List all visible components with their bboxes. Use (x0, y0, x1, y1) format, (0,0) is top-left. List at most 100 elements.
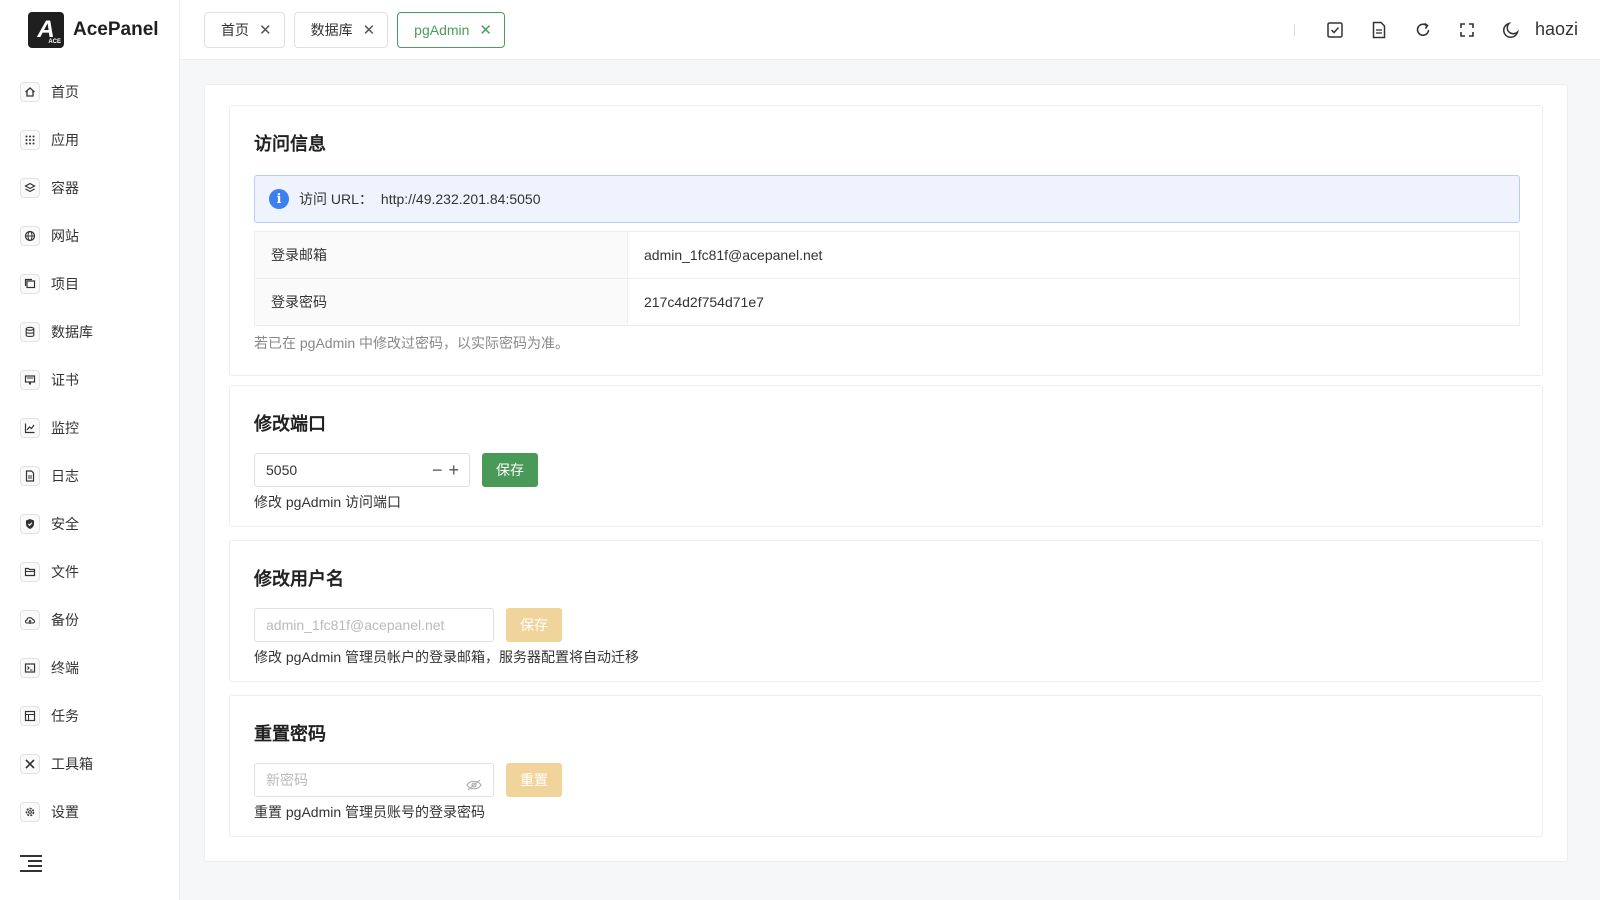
task-icon (20, 706, 40, 726)
sidebar-item-certificates[interactable]: 证书 (0, 356, 179, 404)
sidebar-item-label: 终端 (51, 660, 79, 676)
access-url-label: 访问 URL： (299, 191, 373, 207)
access-info-title: 访问信息 (254, 134, 326, 154)
new-password-input[interactable] (254, 763, 494, 797)
sidebar-item-logs[interactable]: 日志 (0, 452, 179, 500)
sidebar-item-label: 监控 (51, 420, 79, 436)
sidebar-item-label: 首页 (51, 84, 79, 100)
sidebar-item-tasks[interactable]: 任务 (0, 692, 179, 740)
moon-icon[interactable] (1489, 21, 1533, 39)
chart-icon (20, 418, 40, 438)
port-title: 修改端口 (254, 414, 326, 434)
folder-icon (20, 562, 40, 582)
sidebar-item-database[interactable]: 数据库 (0, 308, 179, 356)
sidebar-item-label: 工具箱 (51, 756, 93, 772)
username-title: 修改用户名 (254, 569, 344, 589)
plus-icon[interactable]: + (448, 460, 459, 481)
port-card: 修改端口 5050 − + 保存 修改 pgAdmin 访问端口 (229, 385, 1543, 527)
user-name[interactable]: haozi (1535, 19, 1578, 40)
home-icon (20, 82, 40, 102)
logo[interactable]: A ACE AcePanel (0, 0, 179, 60)
brand-name: AcePanel (73, 19, 159, 40)
reset-password-description: 重置 pgAdmin 管理员账号的登录密码 (254, 804, 486, 820)
email-label: 登录邮箱 (254, 231, 628, 279)
shield-icon (20, 514, 40, 534)
username-card: 修改用户名 保存 修改 pgAdmin 管理员帐户的登录邮箱，服务器配置将自动迁… (229, 540, 1543, 682)
access-info-card: 访问信息 i 访问 URL： http://49.232.201.84:5050… (229, 105, 1543, 376)
tab-label: 数据库 (310, 21, 353, 38)
certificate-icon (20, 370, 40, 390)
email-value: admin_1fc81f@acepanel.net (627, 231, 1520, 279)
sidebar-item-settings[interactable]: 设置 (0, 788, 179, 836)
sidebar-item-monitor[interactable]: 监控 (0, 404, 179, 452)
sidebar-item-label: 日志 (51, 468, 79, 484)
save-username-button[interactable]: 保存 (506, 608, 562, 642)
sidebar-item-containers[interactable]: 容器 (0, 164, 179, 212)
sidebar-item-websites[interactable]: 网站 (0, 212, 179, 260)
sidebar-item-label: 项目 (51, 276, 79, 292)
table-row: 登录邮箱 admin_1fc81f@acepanel.net (254, 231, 1520, 279)
tab-bar: 首页 ✕ 数据库 ✕ pgAdmin ✕ (180, 11, 505, 48)
sidebar-item-label: 设置 (51, 804, 79, 820)
port-description: 修改 pgAdmin 访问端口 (254, 494, 402, 510)
access-url-alert: i 访问 URL： http://49.232.201.84:5050 (254, 175, 1520, 223)
tab-database[interactable]: 数据库 ✕ (293, 11, 389, 48)
save-port-button[interactable]: 保存 (482, 453, 538, 487)
sidebar-collapse-icon[interactable] (20, 852, 42, 872)
sidebar-item-home[interactable]: 首页 (0, 68, 179, 116)
document-icon[interactable] (1357, 21, 1401, 39)
document-icon (20, 466, 40, 486)
task-check-icon[interactable] (1313, 21, 1357, 39)
sidebar-item-label: 文件 (51, 564, 79, 580)
port-value[interactable]: 5050 (266, 462, 297, 478)
cloud-upload-icon (20, 610, 40, 630)
tab-label: 首页 (221, 21, 249, 38)
sidebar-item-label: 网站 (51, 228, 79, 244)
sidebar-item-files[interactable]: 文件 (0, 548, 179, 596)
password-label: 登录密码 (254, 278, 628, 326)
sidebar-item-apps[interactable]: 应用 (0, 116, 179, 164)
port-stepper[interactable]: 5050 − + (254, 453, 470, 487)
tab-pgadmin[interactable]: pgAdmin ✕ (397, 11, 505, 48)
sidebar-item-label: 备份 (51, 612, 79, 628)
grid-icon (20, 130, 40, 150)
sidebar-item-label: 容器 (51, 180, 79, 196)
divider (1293, 23, 1295, 36)
sidebar: A ACE AcePanel 首页 应用 容器 网站 项目 数据库 证书 监控 … (0, 0, 180, 900)
acepanel-logo-icon: A ACE (28, 12, 64, 48)
sidebar-item-label: 应用 (51, 132, 79, 148)
close-icon[interactable]: ✕ (363, 21, 376, 39)
sidebar-item-label: 证书 (51, 372, 79, 388)
fullscreen-icon[interactable] (1445, 21, 1489, 39)
info-icon: i (269, 189, 289, 209)
username-input[interactable] (254, 608, 494, 642)
sidebar-item-toolbox[interactable]: 工具箱 (0, 740, 179, 788)
minus-icon[interactable]: − (432, 460, 443, 481)
sidebar-item-backup[interactable]: 备份 (0, 596, 179, 644)
sidebar-item-label: 安全 (51, 516, 79, 532)
reset-password-button[interactable]: 重置 (506, 763, 562, 797)
access-url[interactable]: http://49.232.201.84:5050 (381, 191, 541, 207)
sidebar-item-label: 任务 (51, 708, 79, 724)
layers-icon (20, 178, 40, 198)
sidebar-item-label: 数据库 (51, 324, 93, 340)
table-row: 登录密码 217c4d2f754d71e7 (254, 278, 1520, 326)
sidebar-menu: 首页 应用 容器 网站 项目 数据库 证书 监控 日志 安全 文件 备份 终端 … (0, 68, 179, 836)
globe-icon (20, 226, 40, 246)
eye-off-icon[interactable] (466, 778, 482, 791)
close-icon[interactable]: ✕ (479, 21, 492, 39)
tab-label: pgAdmin (414, 21, 470, 38)
password-hint: 若已在 pgAdmin 中修改过密码，以实际密码为准。 (254, 335, 570, 351)
refresh-icon[interactable] (1401, 21, 1445, 39)
sidebar-item-security[interactable]: 安全 (0, 500, 179, 548)
password-value: 217c4d2f754d71e7 (627, 278, 1520, 326)
tab-home[interactable]: 首页 ✕ (204, 11, 285, 48)
main-panel: 访问信息 i 访问 URL： http://49.232.201.84:5050… (204, 84, 1568, 862)
tools-icon (20, 754, 40, 774)
sidebar-item-projects[interactable]: 项目 (0, 260, 179, 308)
close-icon[interactable]: ✕ (259, 21, 272, 39)
sidebar-item-terminal[interactable]: 终端 (0, 644, 179, 692)
reset-password-title: 重置密码 (254, 724, 326, 744)
folder-stack-icon (20, 274, 40, 294)
credentials-table: 登录邮箱 admin_1fc81f@acepanel.net 登录密码 217c… (254, 231, 1520, 326)
